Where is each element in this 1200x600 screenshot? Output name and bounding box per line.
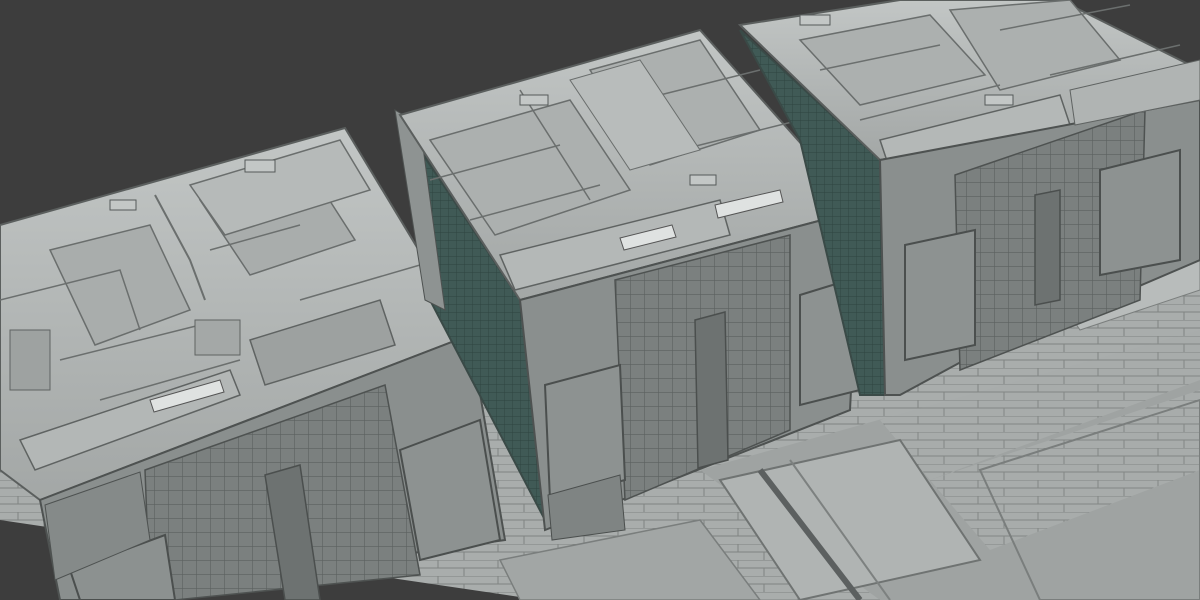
sci-fi-blocks-render [0, 0, 1200, 600]
viewport [0, 0, 1200, 600]
